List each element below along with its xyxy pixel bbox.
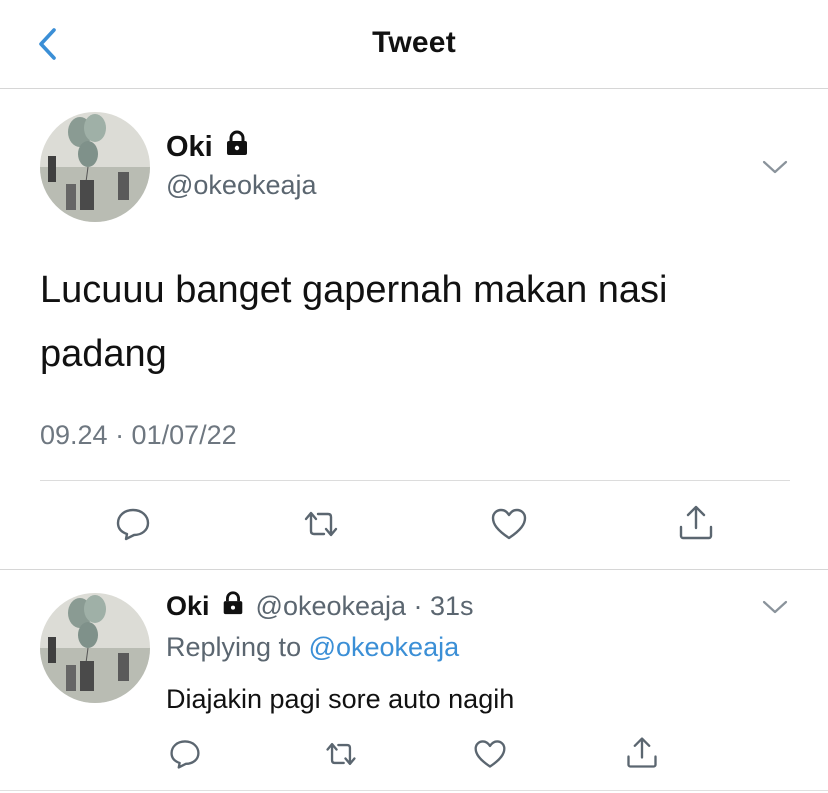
share-button[interactable] <box>676 503 716 543</box>
avatar[interactable] <box>40 112 150 222</box>
replying-to: Replying to @okeokeaja <box>166 632 459 663</box>
tweet-timestamp[interactable]: 09.24 · 01/07/22 <box>40 420 237 451</box>
reply-handle-time: @okeokeaja · 31s <box>255 591 474 621</box>
reply-retweet-button[interactable] <box>322 737 360 771</box>
reply-icon <box>116 508 150 541</box>
page-title: Tweet <box>372 26 456 59</box>
divider <box>0 790 828 791</box>
share-icon <box>627 737 657 768</box>
reply-reply-button[interactable] <box>168 737 202 771</box>
like-icon <box>491 508 527 540</box>
reply-more-options-button[interactable] <box>760 592 790 622</box>
lock-icon <box>220 590 246 623</box>
reply-like-button[interactable] <box>472 737 508 771</box>
replying-to-label: Replying to <box>166 632 309 662</box>
reply-share-button[interactable] <box>624 735 660 771</box>
reply-icon <box>170 740 200 769</box>
more-options-button[interactable] <box>760 152 790 182</box>
retweet-button[interactable] <box>300 505 342 543</box>
like-button[interactable] <box>489 505 529 543</box>
chevron-down-icon <box>762 600 788 614</box>
reply-author-name[interactable]: Oki <box>166 591 210 622</box>
reply-avatar[interactable] <box>40 593 150 703</box>
author-name[interactable]: Oki <box>166 129 251 165</box>
reply-header: Oki @okeokeaja · 31s <box>166 590 474 623</box>
reply-text: Diajakin pagi sore auto nagih <box>166 684 515 714</box>
author-handle[interactable]: @okeokeaja <box>166 170 317 201</box>
divider <box>40 480 790 481</box>
tweet-text: Lucuuu banget gapernah makan nasi padang <box>40 269 668 375</box>
retweet-icon <box>304 511 338 537</box>
share-icon <box>679 505 713 540</box>
retweet-icon <box>326 742 356 766</box>
replying-to-handle-link[interactable]: @okeokeaja <box>309 632 460 662</box>
author-name-text: Oki <box>166 130 213 163</box>
divider <box>0 569 828 570</box>
chevron-down-icon <box>762 160 788 174</box>
lock-icon <box>223 129 251 165</box>
reply-button[interactable] <box>114 505 152 543</box>
like-icon <box>474 740 506 768</box>
